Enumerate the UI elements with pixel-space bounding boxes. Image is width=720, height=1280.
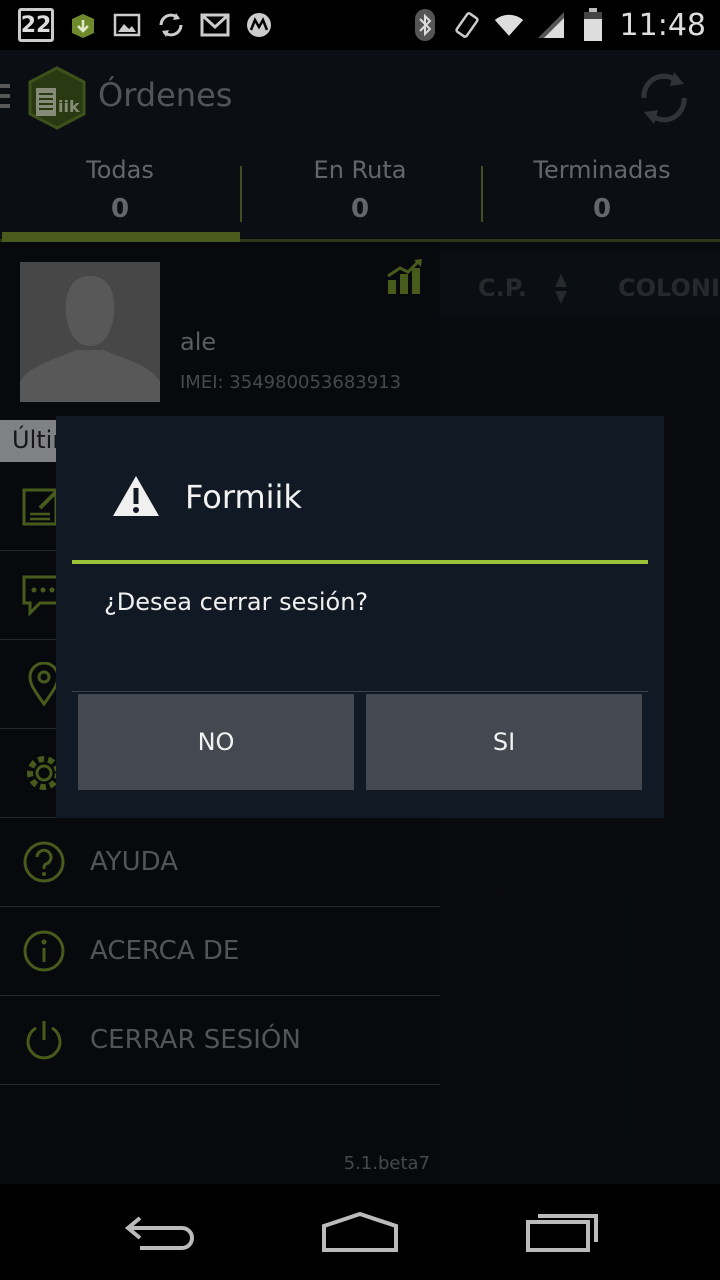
battery-icon	[578, 8, 608, 41]
back-icon[interactable]	[120, 1208, 200, 1256]
store-icon	[68, 10, 98, 40]
bluetooth-icon	[410, 9, 440, 41]
picture-icon	[112, 10, 142, 40]
recents-icon[interactable]	[524, 1208, 604, 1256]
motorola-icon	[244, 10, 274, 40]
gmail-icon	[200, 10, 230, 40]
dialog-title: Formiik	[185, 478, 302, 516]
wifi-icon	[494, 10, 524, 40]
status-bar-system: 11:48	[410, 6, 706, 44]
vibrate-icon	[452, 10, 482, 40]
logout-dialog: Formiik ¿Desea cerrar sesión? NO SI	[56, 416, 664, 818]
sync-icon	[156, 10, 186, 40]
calendar-date-icon: 22	[18, 8, 54, 42]
no-button[interactable]: NO	[78, 694, 354, 790]
yes-button[interactable]: SI	[366, 694, 642, 790]
dialog-title-divider	[72, 560, 648, 564]
system-navigation-bar	[0, 1184, 720, 1280]
dialog-button-divider	[72, 691, 648, 692]
dialog-message: ¿Desea cerrar sesión?	[104, 588, 369, 616]
status-bar: 22 11:48	[0, 0, 720, 50]
status-bar-notifications: 22	[18, 6, 274, 44]
warning-icon	[112, 474, 160, 518]
home-icon[interactable]	[320, 1208, 400, 1256]
clock: 11:48	[619, 7, 706, 43]
signal-icon	[536, 10, 566, 40]
